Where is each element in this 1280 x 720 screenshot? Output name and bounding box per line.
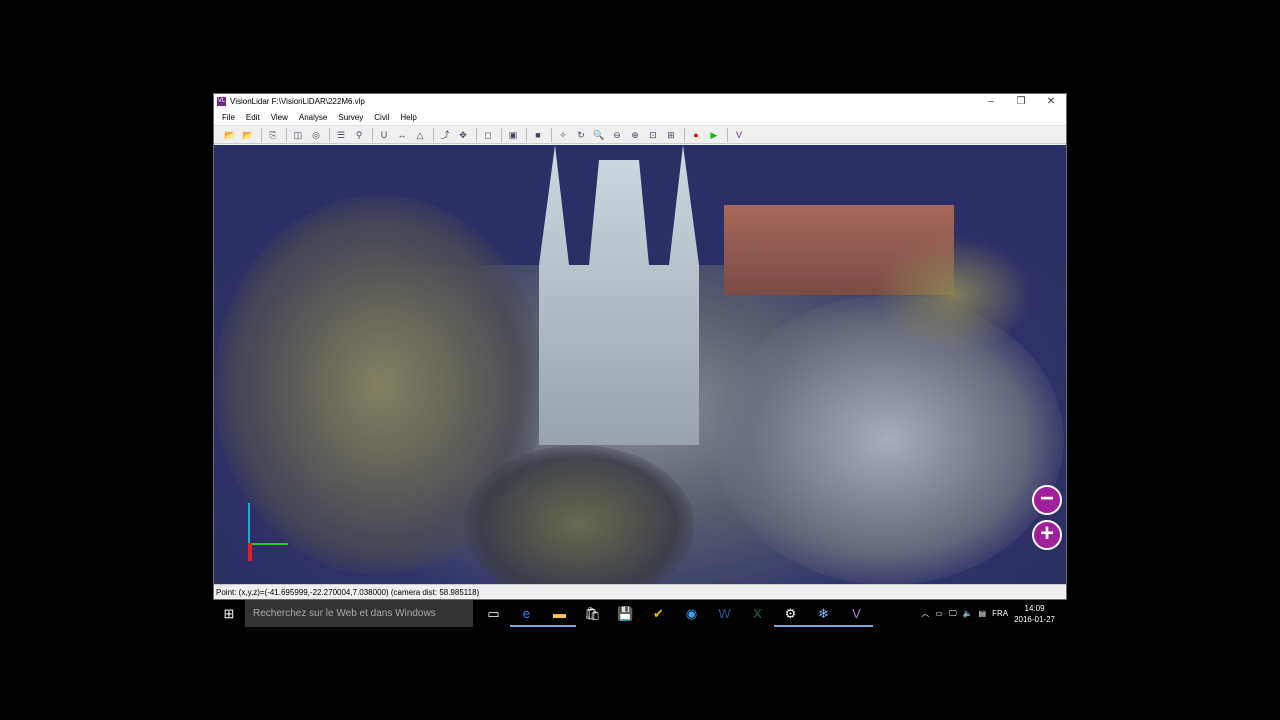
menu-file[interactable]: File: [222, 113, 235, 122]
clock[interactable]: 14:09 2016-01-27: [1014, 603, 1061, 625]
menu-analyse[interactable]: Analyse: [299, 113, 327, 122]
church: [539, 145, 699, 445]
edge-taskbar-icon[interactable]: e: [510, 600, 543, 627]
snowflake-taskbar-icon[interactable]: ❄: [807, 600, 840, 627]
task-view-taskbar-icon[interactable]: ▭: [477, 600, 510, 627]
open-icon[interactable]: 📂: [222, 128, 238, 142]
layers-icon[interactable]: ◎: [308, 128, 324, 142]
menu-bar: File Edit View Analyse Survey Civil Help: [214, 109, 1066, 126]
window-title: VisionLidar F:\VisionLiDAR\222M6.vlp: [230, 97, 365, 106]
list-icon[interactable]: ☰: [333, 128, 349, 142]
app-icon: VL: [217, 97, 226, 106]
toolbar-separator: [526, 127, 527, 142]
axis-x-icon: [248, 543, 252, 561]
magnet-icon[interactable]: U: [376, 128, 392, 142]
zoom-window-icon[interactable]: ⊡: [645, 128, 661, 142]
close-button[interactable]: ✕: [1036, 96, 1066, 107]
angle-icon[interactable]: △: [412, 128, 428, 142]
vl-logo-icon[interactable]: V: [731, 128, 747, 142]
menu-civil[interactable]: Civil: [374, 113, 389, 122]
point-cloud-viewport[interactable]: − +: [214, 145, 1066, 585]
minimize-button[interactable]: –: [976, 96, 1006, 107]
start-button[interactable]: ⊞: [213, 606, 245, 622]
toolbar-separator: [372, 127, 373, 142]
move-icon[interactable]: ✥: [455, 128, 471, 142]
save-taskbar-icon[interactable]: 💾: [609, 600, 642, 627]
toolbar-separator: [727, 127, 728, 142]
zoom-select-icon[interactable]: ⊞: [663, 128, 679, 142]
copy-icon[interactable]: ◫: [290, 128, 306, 142]
taskbar: ⊞ Recherchez sur le Web et dans Windows …: [213, 600, 1067, 627]
axis-z-icon: [248, 503, 250, 545]
visionlidar-taskbar-icon[interactable]: V: [840, 600, 873, 627]
open-green-icon[interactable]: 📂: [240, 128, 256, 142]
network-icon[interactable]: 🖵: [949, 609, 957, 619]
toolbar-separator: [433, 127, 434, 142]
volume-icon[interactable]: 🔈: [963, 609, 973, 618]
status-bar: Point: (x,y,z)=(-41.695999,-22.270004,7.…: [214, 584, 1066, 599]
title-bar: VL VisionLidar F:\VisionLiDAR\222M6.vlp …: [214, 94, 1066, 109]
parking-lot: [714, 295, 1064, 585]
trees-right: [874, 235, 1034, 355]
system-tray: ︿ ▭ 🖵 🔈 ▤ FRA 14:09 2016-01-27: [921, 603, 1067, 625]
toolbar-separator: [329, 127, 330, 142]
pin-icon[interactable]: ⚲: [351, 128, 367, 142]
menu-survey[interactable]: Survey: [338, 113, 363, 122]
menu-view[interactable]: View: [271, 113, 288, 122]
toolbar-separator: [551, 127, 552, 142]
toolbar-separator: [684, 127, 685, 142]
word-taskbar-icon[interactable]: W: [708, 600, 741, 627]
play-icon[interactable]: ▶: [706, 128, 722, 142]
language-indicator[interactable]: FRA: [992, 609, 1008, 618]
time: 14:09: [1024, 603, 1045, 613]
excel-taskbar-icon[interactable]: X: [741, 600, 774, 627]
search-box[interactable]: Recherchez sur le Web et dans Windows: [245, 600, 473, 627]
restore-button[interactable]: ❐: [1006, 96, 1036, 107]
zoom-out-icon[interactable]: ⊖: [609, 128, 625, 142]
toolbar-separator: [476, 127, 477, 142]
zoom-all-icon[interactable]: ⊕: [627, 128, 643, 142]
wire-cube-icon[interactable]: ◻: [480, 128, 496, 142]
solid-cube-icon[interactable]: ■: [530, 128, 546, 142]
toolbar-separator: [501, 127, 502, 142]
browser-taskbar-icon[interactable]: ◉: [675, 600, 708, 627]
battery-icon[interactable]: ▭: [935, 609, 943, 618]
axis-y-icon: [248, 543, 288, 545]
box-icon[interactable]: ▣: [505, 128, 521, 142]
notifications-icon[interactable]: ▤: [979, 609, 987, 618]
store-taskbar-icon[interactable]: 🛍: [576, 600, 609, 627]
zoom-icon[interactable]: 🔍: [591, 128, 607, 142]
zoom-in-button[interactable]: +: [1032, 520, 1062, 550]
measure-icon[interactable]: ↔: [394, 128, 410, 142]
toolbar: 📂 📂 ⎘ ◫ ◎ ☰ ⚲ U ↔ △ ⤴ ✥ ◻ ▣ ■ ✧ ↻ 🔍 ⊖ ⊕ ⊡ ⊞ ● ▶ V: [214, 126, 1066, 144]
menu-help[interactable]: Help: [400, 113, 416, 122]
app-window: VL VisionLidar F:\VisionLiDAR\222M6.vlp …: [213, 93, 1067, 600]
toolbar-separator: [261, 127, 262, 142]
import-icon[interactable]: ⎘: [265, 128, 281, 142]
chevron-up-icon[interactable]: ︿: [921, 608, 929, 619]
zoom-out-button[interactable]: −: [1032, 485, 1062, 515]
settings-taskbar-icon[interactable]: ⚙: [774, 600, 807, 627]
rotate-icon[interactable]: ↻: [573, 128, 589, 142]
explorer-taskbar-icon[interactable]: ▬: [543, 600, 576, 627]
record-icon[interactable]: ●: [688, 128, 704, 142]
date: 2016-01-27: [1014, 614, 1055, 624]
norton-taskbar-icon[interactable]: ✔: [642, 600, 675, 627]
pan-icon[interactable]: ✧: [555, 128, 571, 142]
axis-icon[interactable]: ⤴: [437, 128, 453, 142]
menu-edit[interactable]: Edit: [246, 113, 260, 122]
toolbar-separator: [286, 127, 287, 142]
